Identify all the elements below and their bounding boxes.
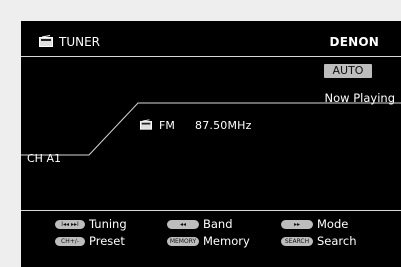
memory-label: Memory (203, 234, 250, 248)
frequency-value: 87.50MHz (195, 119, 252, 132)
channel-label: CH A1 (27, 152, 61, 165)
mode-key[interactable]: ▸▸ (281, 220, 313, 229)
band-key[interactable]: ◂◂ (167, 220, 199, 229)
search-label: Search (317, 234, 357, 248)
band-key-label: Band (203, 217, 233, 231)
preset-key[interactable]: CH+/- (55, 237, 85, 246)
band-label: FM (159, 119, 175, 132)
tuning-label: Tuning (89, 217, 127, 231)
search-key[interactable]: SEARCH (281, 237, 313, 246)
tuning-key[interactable]: I◂◂ ▸▸I (55, 220, 85, 229)
radio-icon (140, 119, 152, 130)
preset-label: Preset (89, 234, 125, 248)
tuner-screen: TUNER DENON AUTO Now Playing FM 87.50MHz… (21, 21, 401, 267)
control-legend: I◂◂ ▸▸I Tuning ◂◂ Band ▸▸ Mode CH+/- Pre… (21, 217, 401, 257)
mode-label: Mode (317, 217, 349, 231)
footer-divider (21, 210, 401, 211)
memory-key[interactable]: MEMORY (167, 237, 199, 246)
